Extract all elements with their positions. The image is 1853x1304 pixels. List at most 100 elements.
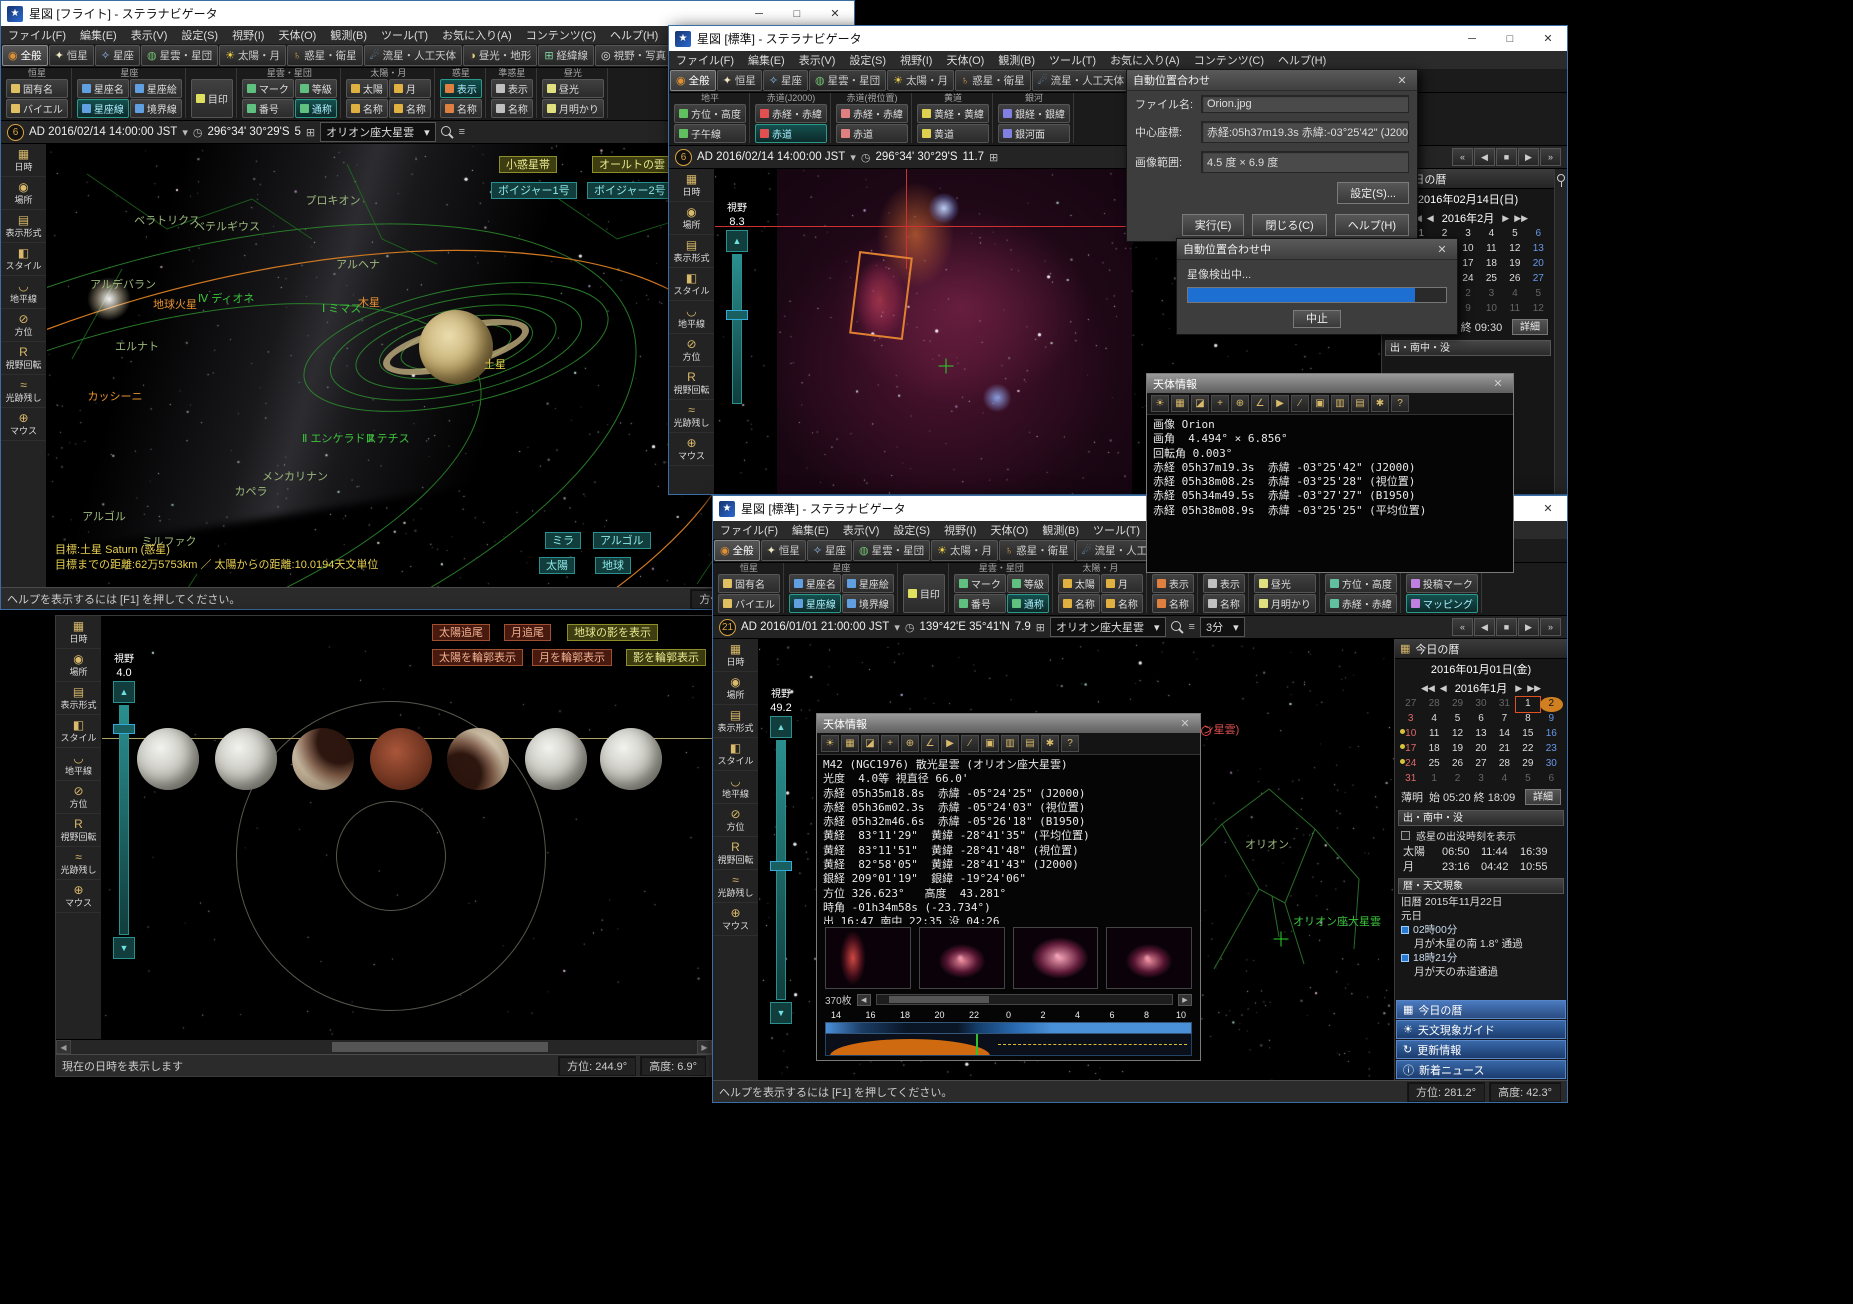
cal-prev-month-button[interactable]: ◀ <box>1440 683 1447 694</box>
toolbar-button-月[interactable]: 月 <box>1101 574 1143 593</box>
calendar-day[interactable]: 30 <box>1469 697 1492 712</box>
close-button[interactable]: ✕ <box>1529 26 1567 51</box>
toolbar-button-赤道[interactable]: 赤道 <box>836 124 908 143</box>
toolbar-button-目印[interactable]: 目印 <box>191 79 233 118</box>
fov-zoom-in-button[interactable]: ▲ <box>726 230 748 252</box>
toolbar-button-経緯線[interactable]: ⊞経緯線 <box>538 45 594 66</box>
datetime-value[interactable]: AD 2016/01/01 21:00:00 JST <box>741 621 889 633</box>
view-button-小惑星帯[interactable]: 小惑星帯 <box>499 156 557 173</box>
sidebar-item-日時[interactable]: ▦日時 <box>56 616 101 649</box>
nav-button-今日の暦[interactable]: ▦今日の暦 <box>1396 1000 1566 1019</box>
calendar-day[interactable]: 10 <box>1456 242 1479 257</box>
toolbar-button-恒星[interactable]: ✦恒星 <box>717 70 762 91</box>
caret-down-icon[interactable]: ▾ <box>894 621 900 634</box>
eclipse-sky-view[interactable]: 太陽追尾月追尾地球の影を表示太陽を輪郭表示月を輪郭表示影を輪郭表示 視野 4.0… <box>102 616 712 1039</box>
menu-item[interactable]: ファイル(F) <box>669 51 741 69</box>
calendar-day[interactable]: 18 <box>1480 257 1503 272</box>
play-icon[interactable]: ▶ <box>1271 395 1289 412</box>
nav-button-天文現象ガイド[interactable]: ☀天文現象ガイド <box>1396 1020 1566 1039</box>
info-panel-titlebar[interactable]: 天体情報 ✕ <box>817 714 1200 733</box>
calendar-day[interactable]: 3 <box>1399 712 1422 727</box>
fov-zoom-out-button[interactable]: ▼ <box>113 937 135 959</box>
sidebar-item-光跡残し[interactable]: ≈光跡残し <box>669 400 714 433</box>
toolbar-button-月明かり[interactable]: 月明かり <box>1254 594 1316 613</box>
close-button[interactable]: ✕ <box>816 1 854 26</box>
calendar-day[interactable]: 9 <box>1540 712 1563 727</box>
moon-phase-6[interactable] <box>525 728 587 790</box>
add-marker-icon[interactable]: + <box>1211 395 1229 412</box>
sidebar-item-光跡残し[interactable]: ≈光跡残し <box>713 870 758 903</box>
calendar-day[interactable]: 20 <box>1469 742 1492 757</box>
menu-item[interactable]: 表示(V) <box>124 26 175 44</box>
menu-item[interactable]: 設定(S) <box>886 521 937 539</box>
calendar-day[interactable]: 3 <box>1469 772 1492 787</box>
search-icon[interactable] <box>1171 621 1184 634</box>
calendar-day[interactable]: 4 <box>1493 772 1516 787</box>
calendar-day[interactable]: 11 <box>1480 242 1503 257</box>
toolbar-button-境界線[interactable]: 境界線 <box>842 594 894 613</box>
fov-zoom-in-button[interactable]: ▲ <box>113 681 135 703</box>
toolbar-button-名称[interactable]: 名称 <box>346 99 388 118</box>
toolbar-button-星雲・星団[interactable]: ◍星雲・星団 <box>853 540 930 561</box>
saturn-planet[interactable] <box>419 310 493 384</box>
close-icon[interactable]: ✕ <box>1489 377 1507 390</box>
toolbar-button-バイエル[interactable]: バイエル <box>6 99 68 118</box>
view-button-アルゴル[interactable]: アルゴル <box>593 532 651 549</box>
scrollbar-thumb[interactable] <box>332 1042 548 1052</box>
toolbar-button-方位・高度[interactable]: 方位・高度 <box>674 104 746 123</box>
menu-item[interactable]: 視野(I) <box>893 51 939 69</box>
thumbnail-scrollbar[interactable] <box>876 994 1173 1005</box>
step-back-icon[interactable]: ◀ <box>1474 148 1495 166</box>
cal-prev-year-button[interactable]: ◀◀ <box>1421 683 1435 694</box>
toolbar-button-星座名[interactable]: 星座名 <box>77 79 129 98</box>
calendar-day[interactable]: 3 <box>1456 227 1479 242</box>
datetime-value[interactable]: AD 2016/02/14 14:00:00 JST <box>697 151 845 163</box>
sidebar-item-視野回転[interactable]: R視野回転 <box>713 837 758 870</box>
toolbar-button-固有名[interactable]: 固有名 <box>718 574 780 593</box>
photo-thumbnail[interactable] <box>1013 927 1099 989</box>
autohide-strip[interactable] <box>1554 169 1567 494</box>
menu-item[interactable]: ファイル(F) <box>1 26 73 44</box>
sidebar-item-地平線[interactable]: ◡地平線 <box>713 771 758 804</box>
menu-item[interactable]: 表示(V) <box>836 521 887 539</box>
fast-forward-icon[interactable]: » <box>1540 618 1561 636</box>
maximize-button[interactable]: □ <box>1491 26 1529 51</box>
sidebar-item-マウス[interactable]: ⊕マウス <box>669 433 714 466</box>
location-coords[interactable]: 296°34' 30°29'S <box>875 151 957 163</box>
menu-item[interactable]: 設定(S) <box>174 26 225 44</box>
view-button-太陽追尾[interactable]: 太陽追尾 <box>432 624 490 641</box>
fov-slider[interactable] <box>732 254 742 404</box>
calendar-day[interactable]: 4 <box>1422 712 1445 727</box>
menu-item[interactable]: ツール(T) <box>1042 51 1103 69</box>
toolbar-button-太陽[interactable]: 太陽 <box>1058 574 1100 593</box>
toolbar-button-マーク[interactable]: マーク <box>954 574 1006 593</box>
calendar-day[interactable]: 26 <box>1503 272 1526 287</box>
chart-icon[interactable]: ▦ <box>841 735 859 752</box>
dialog-titlebar[interactable]: 自動位置合わせ中 ✕ <box>1177 239 1457 260</box>
limit-magnitude[interactable]: 5 <box>295 126 301 138</box>
fov-zoom-in-button[interactable]: ▲ <box>770 716 792 738</box>
titlebar[interactable]: ★ 星図 [フライト] - ステラナビゲータ ─ □ ✕ <box>1 1 854 26</box>
search-icon[interactable] <box>441 126 454 139</box>
sidebar-item-日時[interactable]: ▦日時 <box>1 144 46 177</box>
sidebar-item-スタイル[interactable]: ◧スタイル <box>669 268 714 301</box>
info-panel-titlebar[interactable]: 天体情報 ✕ <box>1147 374 1513 393</box>
menu-item[interactable]: ツール(T) <box>374 26 435 44</box>
view-button-ボイジャー2号[interactable]: ボイジャー2号 <box>587 182 673 199</box>
menu-item[interactable]: 天体(O) <box>271 26 323 44</box>
toolbar-button-銀経・銀緯[interactable]: 銀経・銀緯 <box>998 104 1070 123</box>
horizontal-scrollbar[interactable]: ◀ ▶ <box>56 1039 712 1054</box>
datetime-value[interactable]: AD 2016/02/14 14:00:00 JST <box>29 126 177 138</box>
sidebar-item-日時[interactable]: ▦日時 <box>669 169 714 202</box>
calendar-day[interactable]: 29 <box>1446 697 1469 712</box>
toolbar-button-星座[interactable]: ✧星座 <box>95 45 140 66</box>
toolbar-button-惑星・衛星[interactable]: ♄惑星・衛星 <box>999 540 1075 561</box>
moon-phase-7[interactable] <box>600 728 662 790</box>
calendar-day[interactable]: 12 <box>1527 302 1550 317</box>
toolbar-button-流星・人工天体[interactable]: ☄流星・人工天体 <box>364 45 462 66</box>
angle-icon[interactable]: ∠ <box>1251 395 1269 412</box>
toolbar-button-名称[interactable]: 名称 <box>1203 594 1245 613</box>
toolbar-button-境界線[interactable]: 境界線 <box>130 99 182 118</box>
calendar-day[interactable]: 11 <box>1422 727 1445 742</box>
calendar-day[interactable]: 14 <box>1493 727 1516 742</box>
